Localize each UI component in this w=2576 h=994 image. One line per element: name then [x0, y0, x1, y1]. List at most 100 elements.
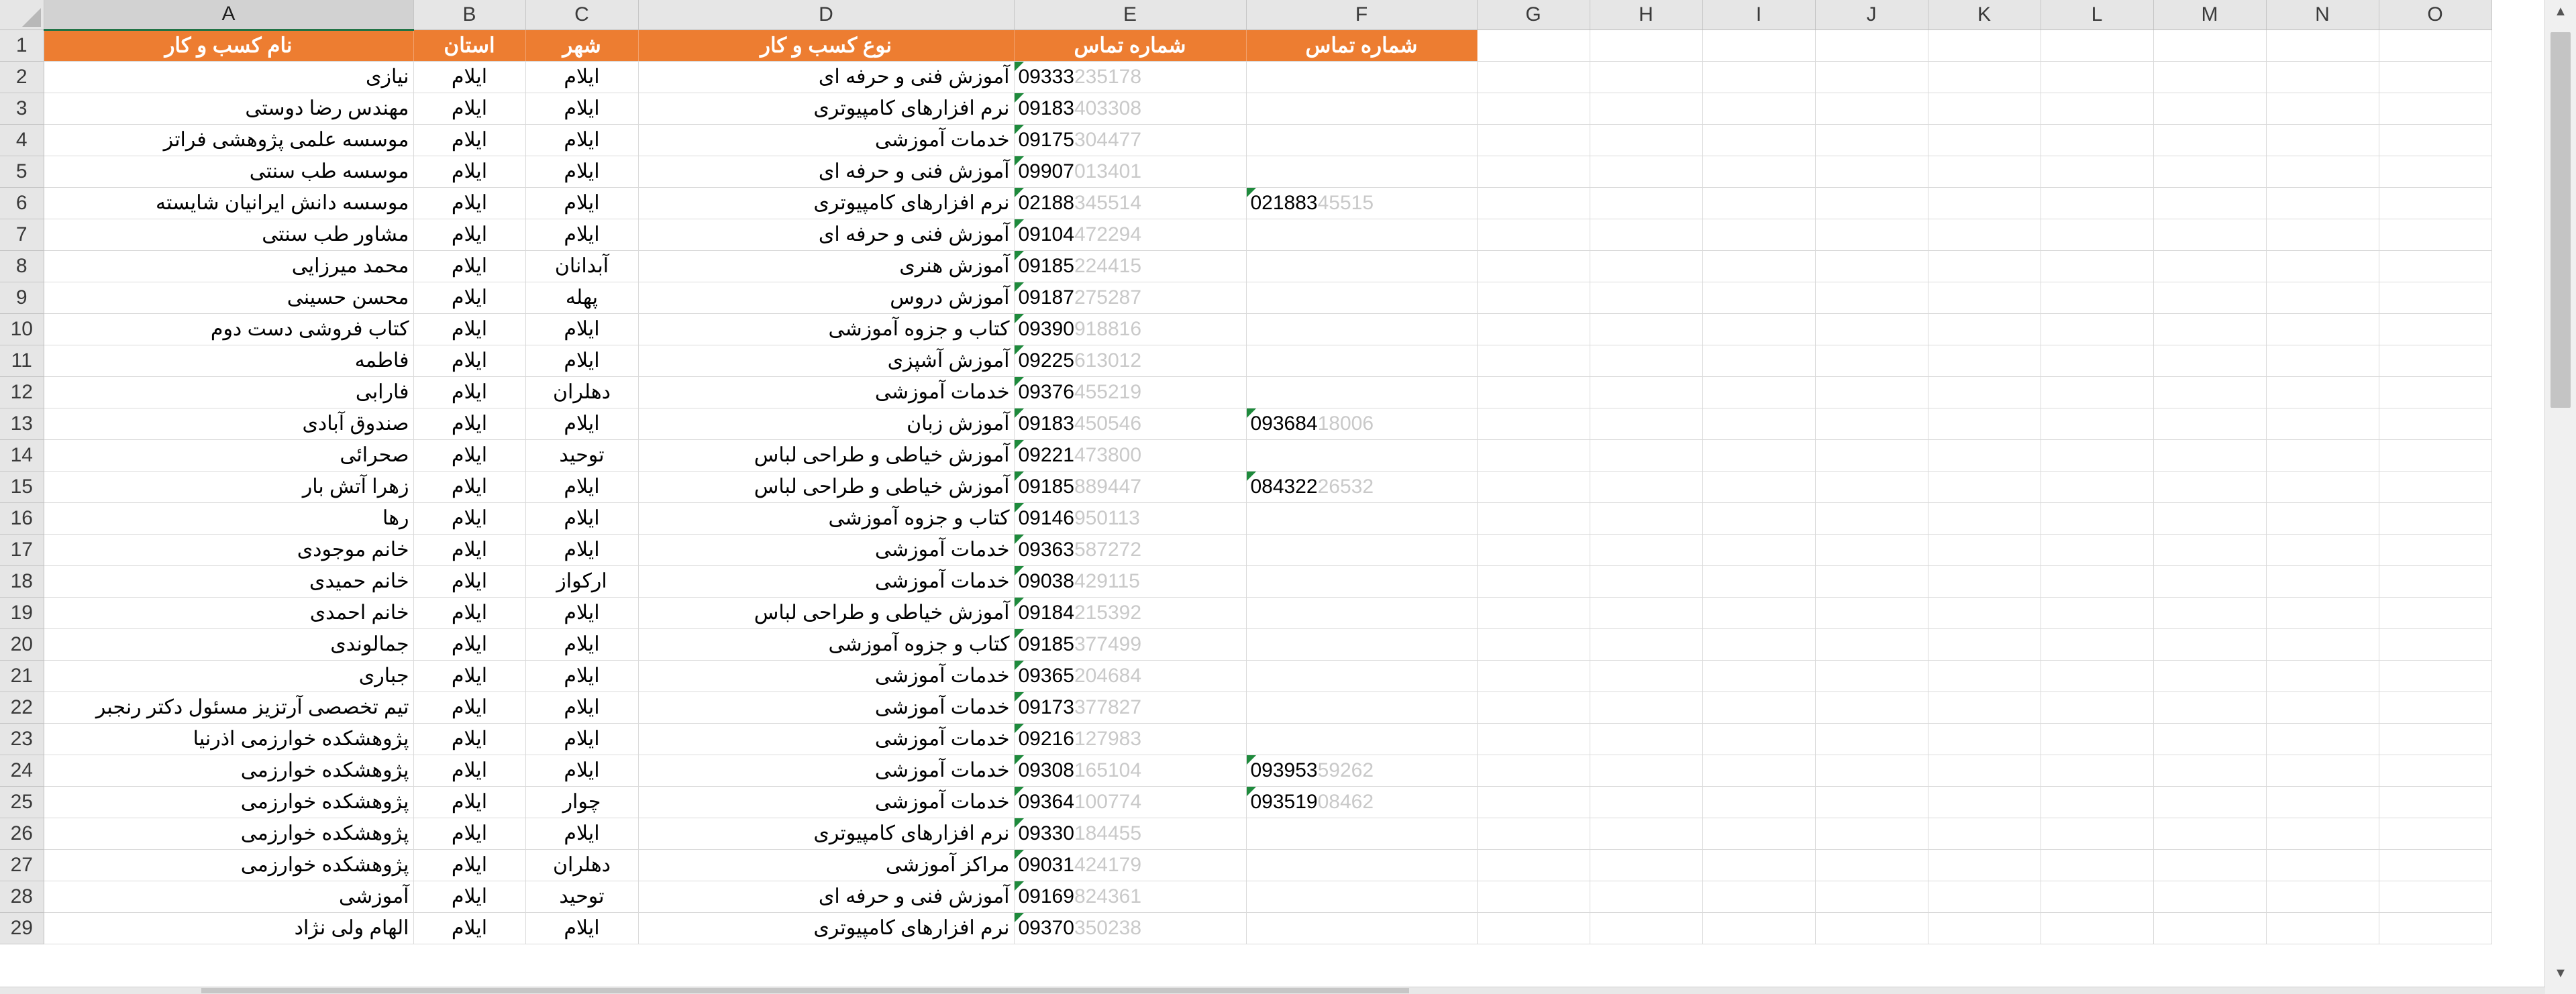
empty-cell[interactable]	[1702, 755, 1816, 787]
cell-phone-2[interactable]	[1246, 502, 1478, 535]
cell-phone-2[interactable]	[1246, 282, 1478, 314]
empty-cell[interactable]	[2379, 313, 2492, 345]
cell-city[interactable]: ایلام	[525, 408, 639, 440]
empty-cell[interactable]	[2041, 597, 2154, 629]
empty-cell[interactable]	[1928, 313, 2041, 345]
empty-cell[interactable]	[2266, 849, 2379, 881]
empty-cell[interactable]	[2041, 61, 2154, 93]
cell-business-name[interactable]: الهام ولی نژاد	[44, 912, 414, 944]
cell-phone-2[interactable]	[1246, 156, 1478, 188]
empty-cell[interactable]	[1477, 439, 1590, 472]
empty-cell[interactable]	[1815, 628, 1928, 661]
cell-city[interactable]: ایلام	[525, 187, 639, 219]
empty-cell[interactable]	[1815, 786, 1928, 818]
empty-cell[interactable]	[2153, 187, 2267, 219]
empty-cell[interactable]	[2266, 376, 2379, 408]
row-header[interactable]: 13	[0, 408, 44, 440]
empty-cell[interactable]	[2379, 534, 2492, 566]
empty-cell[interactable]	[1590, 723, 1703, 755]
column-header-i[interactable]: I	[1702, 0, 1816, 30]
scroll-thumb[interactable]	[2551, 32, 2571, 408]
empty-cell[interactable]	[1590, 755, 1703, 787]
empty-cell[interactable]	[2379, 692, 2492, 724]
empty-cell[interactable]	[1815, 849, 1928, 881]
cell-business-type[interactable]: آموزش هنری	[638, 250, 1015, 282]
empty-cell[interactable]	[1702, 61, 1816, 93]
empty-cell[interactable]	[1590, 156, 1703, 188]
empty-cell[interactable]	[1590, 628, 1703, 661]
empty-cell[interactable]	[2153, 723, 2267, 755]
cell-business-type[interactable]: کتاب و جزوه آموزشی	[638, 313, 1015, 345]
cell-business-type[interactable]: آموزش فنی و حرفه ای	[638, 219, 1015, 251]
empty-cell[interactable]	[2379, 597, 2492, 629]
row-header[interactable]: 5	[0, 156, 44, 188]
cell-business-type[interactable]: خدمات آموزشی	[638, 723, 1015, 755]
empty-cell[interactable]	[2153, 219, 2267, 251]
empty-cell[interactable]	[1477, 345, 1590, 377]
cell-phone-1[interactable]: 09365204684	[1014, 660, 1247, 692]
empty-cell[interactable]	[2266, 692, 2379, 724]
empty-cell[interactable]	[1928, 156, 2041, 188]
cell-phone-2[interactable]	[1246, 597, 1478, 629]
empty-cell[interactable]	[2041, 30, 2154, 62]
empty-cell[interactable]	[2041, 692, 2154, 724]
vertical-scrollbar[interactable]: ▲ ▼	[2544, 0, 2576, 994]
empty-cell[interactable]	[1815, 597, 1928, 629]
row-header[interactable]: 17	[0, 534, 44, 566]
empty-cell[interactable]	[2041, 345, 2154, 377]
cell-phone-2[interactable]	[1246, 376, 1478, 408]
header-city[interactable]: شهر	[525, 30, 639, 62]
empty-cell[interactable]	[1815, 156, 1928, 188]
cell-business-type[interactable]: آموزش آشپزی	[638, 345, 1015, 377]
empty-cell[interactable]	[1590, 219, 1703, 251]
cell-business-type[interactable]: خدمات آموزشی	[638, 786, 1015, 818]
cell-phone-1[interactable]: 09184215392	[1014, 597, 1247, 629]
empty-cell[interactable]	[2041, 628, 2154, 661]
empty-cell[interactable]	[1815, 345, 1928, 377]
cell-phone-1[interactable]: 09907013401	[1014, 156, 1247, 188]
empty-cell[interactable]	[2266, 628, 2379, 661]
row-header[interactable]: 26	[0, 818, 44, 850]
row-header[interactable]: 21	[0, 660, 44, 692]
cell-city[interactable]: ایلام	[525, 660, 639, 692]
empty-cell[interactable]	[1702, 376, 1816, 408]
empty-cell[interactable]	[1928, 849, 2041, 881]
empty-cell[interactable]	[1590, 471, 1703, 503]
empty-cell[interactable]	[1477, 61, 1590, 93]
empty-cell[interactable]	[2266, 250, 2379, 282]
cell-province[interactable]: ایلام	[413, 219, 526, 251]
empty-cell[interactable]	[2153, 660, 2267, 692]
column-header-l[interactable]: L	[2041, 0, 2154, 30]
empty-cell[interactable]	[1590, 818, 1703, 850]
empty-cell[interactable]	[2266, 502, 2379, 535]
column-header-a[interactable]: A	[44, 0, 414, 31]
cell-city[interactable]: توحید	[525, 881, 639, 913]
cell-phone-1[interactable]: 09031424179	[1014, 849, 1247, 881]
empty-cell[interactable]	[2379, 408, 2492, 440]
cell-business-name[interactable]: پژوهشکده خوارزمی	[44, 755, 414, 787]
empty-cell[interactable]	[2041, 471, 2154, 503]
empty-cell[interactable]	[1590, 313, 1703, 345]
row-header[interactable]: 20	[0, 628, 44, 661]
empty-cell[interactable]	[2266, 124, 2379, 156]
cell-business-name[interactable]: رها	[44, 502, 414, 535]
cell-business-type[interactable]: مراکز آموزشی	[638, 849, 1015, 881]
cell-business-type[interactable]: خدمات آموزشی	[638, 376, 1015, 408]
empty-cell[interactable]	[1590, 660, 1703, 692]
cell-business-type[interactable]: خدمات آموزشی	[638, 755, 1015, 787]
cell-city[interactable]: ایلام	[525, 628, 639, 661]
column-header-b[interactable]: B	[413, 0, 526, 30]
empty-cell[interactable]	[1590, 534, 1703, 566]
empty-cell[interactable]	[1928, 628, 2041, 661]
column-header-j[interactable]: J	[1815, 0, 1928, 30]
empty-cell[interactable]	[2153, 818, 2267, 850]
column-header-d[interactable]: D	[638, 0, 1015, 30]
empty-cell[interactable]	[1477, 849, 1590, 881]
empty-cell[interactable]	[1815, 408, 1928, 440]
empty-cell[interactable]	[1702, 912, 1816, 944]
empty-cell[interactable]	[1477, 818, 1590, 850]
cell-phone-2[interactable]	[1246, 849, 1478, 881]
empty-cell[interactable]	[1590, 786, 1703, 818]
empty-cell[interactable]	[2041, 124, 2154, 156]
cell-business-type[interactable]: خدمات آموزشی	[638, 565, 1015, 598]
